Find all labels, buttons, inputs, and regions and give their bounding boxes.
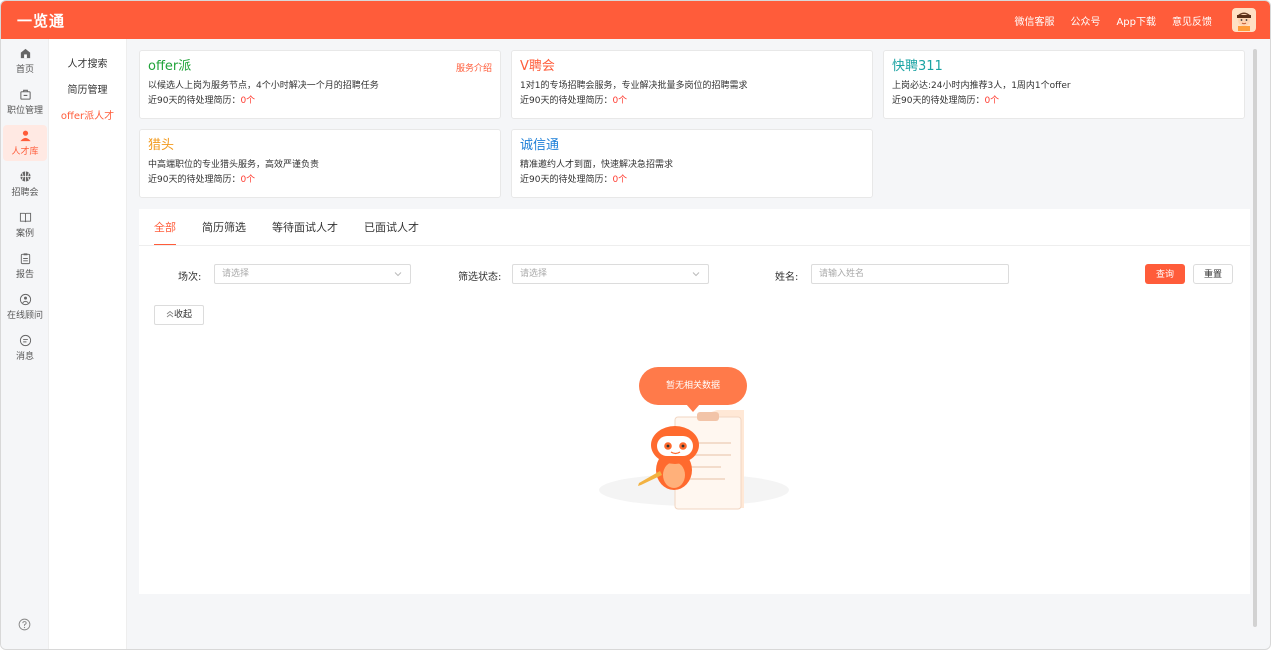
card-description: 以候选人上岗为服务节点，4个小时解决一个月的招聘任务	[148, 81, 379, 91]
rail-item-home[interactable]: 首页	[3, 43, 47, 79]
bubble-tail-icon	[686, 404, 700, 412]
rail-item-label: 在线顾问	[6, 311, 43, 321]
card-description: 1对1的专场招聘会服务，专业解决批量多岗位的招聘需求	[520, 81, 748, 91]
tab-resume-screening[interactable]: 简历筛选	[202, 219, 246, 246]
card-pending-count: 近90天的待处理简历：0个	[148, 95, 492, 107]
rail-item-online-advisor[interactable]: 在线顾问	[3, 289, 47, 325]
service-card-offerpai[interactable]: offer派 服务介绍 以候选人上岗为服务节点，4个小时解决一个月的招聘任务 近…	[139, 50, 501, 119]
book-icon	[19, 212, 31, 223]
talent-submenu: 人才搜索 简历管理 offer派人才	[49, 39, 127, 649]
rail-item-label: 首页	[15, 65, 34, 75]
chevron-down-icon	[692, 272, 700, 277]
home-icon	[20, 48, 30, 59]
rail-item-messages[interactable]: 消息	[3, 330, 47, 366]
rail-item-label: 消息	[15, 352, 34, 362]
count-value: 0个	[612, 175, 628, 185]
screening-status-label: 筛选状态:	[458, 272, 502, 283]
rail-item-job-fair[interactable]: 招聘会	[3, 166, 47, 202]
submenu-item-resume-management[interactable]: 简历管理	[49, 85, 126, 97]
top-link-wechat-service[interactable]: 微信客服	[1014, 13, 1054, 28]
card-pending-count: 近90天的待处理简历：0个	[520, 95, 864, 107]
card-description: 上岗必达:24小时内推荐3人，1周内1个offer	[892, 81, 1071, 91]
tabs-divider	[139, 245, 1250, 246]
query-button[interactable]: 查询	[1145, 264, 1185, 284]
briefcase-icon	[19, 89, 31, 100]
service-card-vpinhui[interactable]: V聘会 1对1的专场招聘会服务，专业解决批量多岗位的招聘需求 近90天的待处理简…	[511, 50, 873, 119]
count-label: 近90天的待处理简历：	[520, 96, 613, 106]
help-icon[interactable]	[18, 618, 31, 631]
count-value: 0个	[984, 96, 1000, 106]
collapse-label: 收起	[173, 310, 192, 320]
card-description: 中高端职位的专业猎头服务，高效严谨负责	[148, 160, 320, 170]
card-title: 诚信通	[520, 138, 560, 153]
avatar[interactable]	[1232, 8, 1256, 32]
rail-item-reports[interactable]: 报告	[3, 248, 47, 284]
card-pending-count: 近90天的待处理简历：0个	[892, 95, 1236, 107]
service-card-chengxintong[interactable]: 诚信通 精准邀约人才到面，快速解决急招需求 近90天的待处理简历：0个	[511, 129, 873, 198]
empty-state-message: 暂无相关数据	[639, 367, 747, 405]
name-input[interactable]: 请输入姓名	[811, 264, 1009, 284]
rail-item-jobs[interactable]: 职位管理	[3, 84, 47, 120]
top-bar: 一览通 微信客服 公众号 App下载 意见反馈	[1, 1, 1270, 39]
session-select[interactable]: 请选择	[214, 264, 411, 284]
card-description: 精准邀约人才到面，快速解决急招需求	[520, 160, 674, 170]
count-label: 近90天的待处理简历：	[520, 175, 613, 185]
status-select-placeholder: 请选择	[520, 269, 548, 279]
basketball-icon	[19, 171, 31, 182]
tab-awaiting-interview[interactable]: 等待面试人才	[272, 219, 338, 246]
app-title: 一览通	[17, 11, 66, 30]
collapse-button[interactable]: 收起	[154, 305, 204, 325]
card-title: V聘会	[520, 59, 555, 74]
count-value: 0个	[240, 96, 256, 106]
nav-rail: 首页 职位管理 人才库 招聘会 案例 报告 在线顾问 消息	[1, 39, 49, 649]
status-tabs: 全部 简历筛选 等待面试人才 已面试人才	[154, 219, 445, 247]
card-pending-count: 近90天的待处理简历：0个	[148, 174, 492, 186]
tab-interviewed[interactable]: 已面试人才	[364, 219, 419, 246]
session-select-placeholder: 请选择	[222, 269, 250, 279]
message-icon	[19, 334, 31, 347]
talent-list-panel: 全部 简历筛选 等待面试人才 已面试人才 场次: 请选择 筛选状态: 请选择 姓…	[139, 209, 1250, 594]
reset-button[interactable]: 重置	[1193, 264, 1233, 284]
person-icon	[19, 130, 31, 142]
name-input-placeholder: 请输入姓名	[819, 269, 865, 279]
rail-item-label: 职位管理	[6, 106, 43, 116]
card-title: 快聘311	[892, 59, 943, 74]
clipboard-icon	[20, 253, 30, 265]
chevron-up-double-icon	[166, 310, 174, 318]
submenu-item-offer-talent[interactable]: offer派人才	[49, 111, 126, 123]
count-label: 近90天的待处理简历：	[148, 175, 241, 185]
count-label: 近90天的待处理简历：	[892, 96, 985, 106]
screening-status-select[interactable]: 请选择	[512, 264, 709, 284]
card-title: offer派	[148, 59, 192, 74]
rail-item-cases[interactable]: 案例	[3, 207, 47, 243]
main-content: offer派 服务介绍 以候选人上岗为服务节点，4个小时解决一个月的招聘任务 近…	[127, 39, 1250, 649]
service-intro-link[interactable]: 服务介绍	[456, 61, 492, 74]
top-link-official-account[interactable]: 公众号	[1070, 13, 1100, 28]
rail-item-label: 人才库	[11, 147, 39, 157]
count-value: 0个	[612, 96, 628, 106]
count-label: 近90天的待处理简历：	[148, 96, 241, 106]
card-title: 猎头	[148, 138, 175, 153]
top-links: 微信客服 公众号 App下载 意见反馈	[998, 8, 1256, 32]
chevron-down-icon	[394, 272, 402, 277]
session-label: 场次:	[178, 272, 202, 283]
count-value: 0个	[240, 175, 256, 185]
service-card-kuaipin311[interactable]: 快聘311 上岗必达:24小时内推荐3人，1周内1个offer 近90天的待处理…	[883, 50, 1245, 119]
page-scrollbar[interactable]	[1253, 49, 1257, 627]
avatar-face-icon	[1233, 9, 1255, 31]
rail-item-label: 招聘会	[11, 188, 39, 198]
card-pending-count: 近90天的待处理简历：0个	[520, 174, 864, 186]
top-link-feedback[interactable]: 意见反馈	[1172, 13, 1212, 28]
app-window: 一览通 微信客服 公众号 App下载 意见反馈 首页 职位管理 人才库 招聘会 …	[0, 0, 1271, 650]
submenu-item-talent-search[interactable]: 人才搜索	[49, 59, 126, 71]
tab-all[interactable]: 全部	[154, 219, 176, 246]
top-link-app-download[interactable]: App下载	[1116, 13, 1156, 28]
advisor-icon	[19, 293, 31, 306]
rail-item-label: 案例	[15, 229, 34, 239]
rail-item-label: 报告	[15, 270, 34, 280]
name-label: 姓名:	[775, 272, 799, 283]
service-card-headhunter[interactable]: 猎头 中高端职位的专业猎头服务，高效严谨负责 近90天的待处理简历：0个	[139, 129, 501, 198]
rail-item-talent-pool[interactable]: 人才库	[3, 125, 47, 161]
